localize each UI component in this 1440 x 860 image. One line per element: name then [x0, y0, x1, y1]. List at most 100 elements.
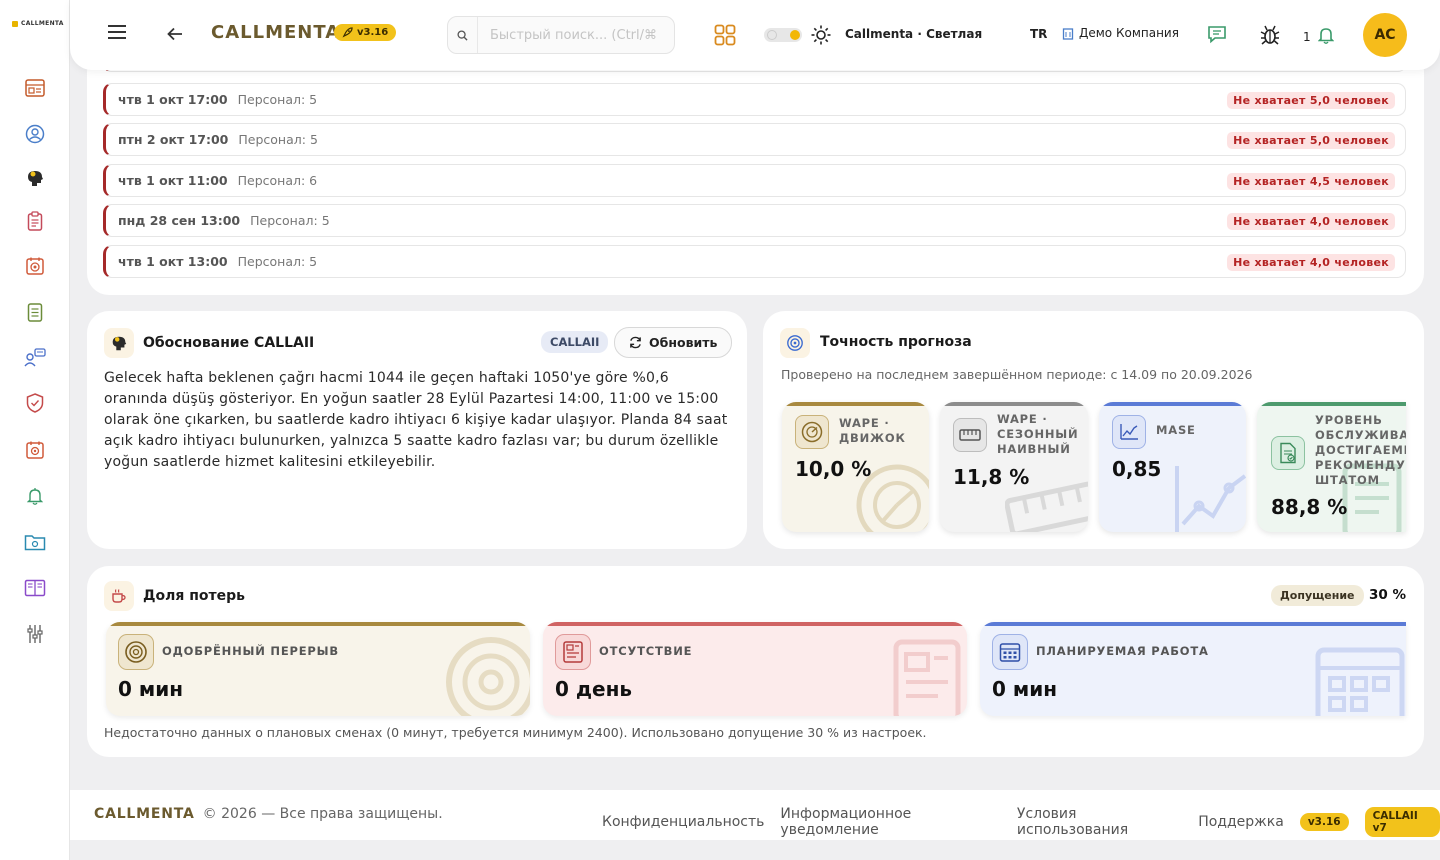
footer: CALLMENTA © 2026 — Все права защищены. К… [70, 790, 1440, 840]
dashboard-icon [25, 79, 45, 97]
bell-icon [27, 488, 43, 505]
loss-approved-break: ОДОБРЁННЫЙ ПЕРЕРЫВ 0 мин [106, 622, 530, 716]
rationale-title: Обоснование CALLAII [143, 335, 315, 351]
top-header: CALLMENTA v3.16 Callmenta · Светлая TR Д… [70, 0, 1440, 70]
user-circle-icon [25, 124, 45, 144]
gauge-icon [795, 415, 829, 449]
back-button[interactable] [167, 27, 183, 41]
accuracy-title: Точность прогноза [820, 334, 972, 350]
coffee-cup-icon [104, 581, 134, 611]
rationale-text: Gelecek hafta beklenen çağrı hacmi 1044 … [104, 370, 728, 470]
building-icon [1062, 28, 1074, 40]
chart-watermark-icon [1175, 466, 1246, 532]
rationale-card: Обоснование CALLAII CALLAII Обновить Gel… [87, 311, 747, 549]
team-chat-icon [24, 348, 46, 367]
target-icon [780, 328, 810, 358]
chart-icon [1112, 415, 1146, 449]
shift-row[interactable]: птн 2 окт 17:00 Персонал: 5 Не хватает 5… [103, 123, 1406, 156]
break-icon [118, 634, 154, 670]
sidebar-item-schedule-goals[interactable] [23, 438, 47, 462]
shortage-badge: Не хватает 4,0 человек [1227, 213, 1395, 230]
bug-icon [1260, 25, 1280, 45]
apps-button[interactable] [714, 24, 736, 46]
language-switch[interactable]: TR [1030, 27, 1047, 41]
clipboard-icon [27, 211, 43, 231]
sidebar-item-settings[interactable] [23, 622, 47, 646]
theme-button[interactable] [811, 25, 831, 45]
accuracy-subtitle: Проверено на последнем завершённом перио… [781, 367, 1253, 382]
sidebar-item-ai[interactable] [23, 166, 47, 190]
search-icon[interactable] [448, 17, 478, 53]
sliders-icon [27, 625, 43, 643]
shift-row[interactable]: чтв 1 окт 11:00 Персонал: 6 Не хватает 4… [103, 164, 1406, 197]
notifications-button[interactable] [1318, 25, 1334, 45]
theme-toggle[interactable] [764, 28, 802, 42]
assumption-pill: Допущение [1271, 585, 1364, 606]
footer-ai-version-badge: CALLAII v7 [1364, 807, 1440, 837]
header-logo[interactable]: CALLMENTA [211, 22, 340, 43]
messages-button[interactable] [1207, 24, 1227, 44]
loss-note: Недостаточно данных о плановых сменах (0… [104, 725, 927, 740]
loss-title: Доля потерь [143, 588, 245, 604]
metric-wape-seasonal: WAPE · СЕЗОННЫЙ НАИВНЫЙ 11,8 % [940, 402, 1088, 532]
shield-icon [26, 393, 44, 413]
ruler-icon [953, 418, 987, 452]
chat-bubble-icon [1208, 26, 1226, 44]
shortage-badge: Не хватает 5,0 человек [1227, 92, 1395, 109]
sidebar-item-files[interactable] [23, 530, 47, 554]
user-avatar[interactable]: AC [1363, 13, 1407, 57]
arrow-left-icon [167, 27, 182, 41]
sidebar-item-checklist[interactable] [23, 300, 47, 324]
metric-wape-engine: WAPE · ДВИЖОК 10,0 % [782, 402, 929, 532]
footer-copyright: © 2026 — Все права защищены. [202, 806, 443, 822]
assumption-value: 30 % [1369, 587, 1407, 603]
company-selector[interactable]: Демо Компания [1062, 26, 1179, 40]
sidebar-item-tasks[interactable] [23, 209, 47, 233]
footer-link-notice[interactable]: Информационное уведомление [780, 806, 1001, 838]
sidebar-item-notifications[interactable] [23, 484, 47, 508]
shortage-badge: Не хватает 5,0 человек [1227, 132, 1395, 149]
break-watermark-icon [446, 637, 530, 716]
apps-grid-icon [714, 24, 736, 46]
theme-label[interactable]: Callmenta · Светлая [845, 27, 982, 41]
ai-head-icon [104, 328, 134, 358]
footer-brand[interactable]: CALLMENTA [94, 806, 195, 822]
footer-link-support[interactable]: Поддержка [1198, 814, 1284, 830]
rocket-icon [342, 27, 353, 38]
shortage-badge: Не хватает 4,5 человек [1227, 173, 1395, 190]
sidebar-item-security[interactable] [23, 391, 47, 415]
sidebar: CALLMENTA [0, 0, 70, 860]
footer-link-privacy[interactable]: Конфиденциальность [602, 814, 764, 830]
metric-mase: MASE 0,85 [1099, 402, 1246, 532]
version-badge: v3.16 [334, 24, 397, 41]
quick-search [447, 16, 675, 54]
loss-absence: ОТСУТСТВИЕ 0 день [543, 622, 967, 716]
absence-watermark-icon [893, 639, 961, 716]
sidebar-item-profile[interactable] [23, 122, 47, 146]
search-input[interactable] [478, 27, 668, 43]
absence-icon [555, 634, 591, 670]
bug-report-button[interactable] [1259, 24, 1281, 46]
notification-count: 1 [1303, 30, 1311, 44]
footer-version-badge: v3.16 [1299, 813, 1349, 831]
sidebar-item-knowledge[interactable] [23, 576, 47, 600]
service-level-label: УРОВЕНЬ ОБСЛУЖИВАНИЯ ДОСТИГАЕМЫЙ РЕКОМЕН… [1315, 413, 1406, 487]
document-check-icon [1271, 436, 1305, 470]
folder-icon [24, 535, 46, 551]
logo-mark-icon [12, 20, 18, 27]
footer-link-terms[interactable]: Условия использования [1017, 806, 1182, 838]
sidebar-item-team-chat[interactable] [23, 346, 47, 370]
refresh-button[interactable]: Обновить [614, 327, 733, 358]
sidebar-item-dashboard[interactable] [23, 76, 47, 100]
calendar-target-icon [26, 441, 44, 459]
menu-button[interactable] [107, 24, 127, 40]
shift-row[interactable]: чтв 1 окт 13:00 Персонал: 5 Не хватает 4… [103, 245, 1406, 278]
shift-row[interactable]: чтв 1 окт 17:00 Персонал: 5 Не хватает 5… [103, 83, 1406, 116]
sidebar-logo[interactable]: CALLMENTA [12, 20, 64, 27]
shortage-badge: Не хватает 4,0 человек [1227, 254, 1395, 271]
callaii-tag: CALLAII [541, 331, 609, 353]
refresh-icon [630, 336, 641, 349]
shift-row[interactable]: пнд 28 сен 13:00 Персонал: 5 Не хватает … [103, 204, 1406, 237]
loss-planned-work: ПЛАНИРУЕМАЯ РАБОТА 0 мин [980, 622, 1406, 716]
sidebar-item-goals[interactable] [23, 254, 47, 278]
